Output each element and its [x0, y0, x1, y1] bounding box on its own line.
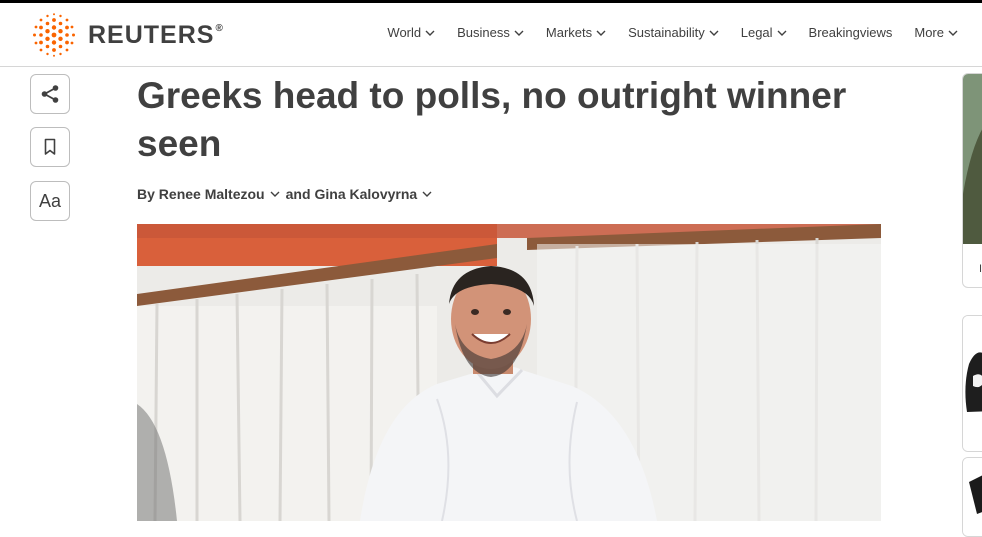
nav-item-label: More [914, 25, 944, 40]
chevron-down-icon [270, 191, 280, 197]
chevron-down-icon [948, 30, 958, 36]
byline-join: and [285, 186, 311, 202]
rail-story-card[interactable]: I [962, 73, 982, 288]
author-name: Renee Maltezou [158, 186, 265, 202]
share-icon [41, 85, 59, 103]
rail-story-image [963, 458, 982, 536]
rail-story-card[interactable] [962, 457, 982, 537]
chevron-down-icon [422, 191, 432, 197]
lead-photo-image [137, 224, 881, 521]
rail-story-image [963, 316, 982, 451]
nav-item-breakingviews[interactable]: Breakingviews [809, 25, 893, 40]
nav-item-legal[interactable]: Legal [741, 25, 787, 40]
nav-item-label: Breakingviews [808, 25, 893, 40]
author-name: Gina Kalovyrna [314, 186, 418, 202]
chevron-down-icon [425, 30, 435, 36]
chevron-down-icon [596, 30, 606, 36]
author-2-link[interactable]: Gina Kalovyrna [315, 186, 433, 202]
byline: By Renee Maltezou and Gina Kalovyrna [137, 186, 432, 202]
chevron-down-icon [709, 30, 719, 36]
main-nav: World Business Markets Sustainability Le… [365, 25, 958, 40]
nav-item-label: Sustainability [628, 25, 705, 40]
reuters-logo-icon [33, 13, 75, 57]
article-headline: Greeks head to polls, no outright winner… [137, 75, 847, 164]
nav-item-label: Business [457, 25, 510, 40]
site-header: REUTERS® World Business Markets Sustaina… [0, 3, 982, 67]
byline-prefix: By [137, 186, 155, 202]
chevron-down-icon [514, 30, 524, 36]
nav-item-business[interactable]: Business [457, 25, 524, 40]
nav-item-label: Markets [545, 25, 593, 40]
nav-item-sustainability[interactable]: Sustainability [628, 25, 719, 40]
brand-name: REUTERS® [88, 20, 224, 49]
bookmark-icon [44, 138, 56, 155]
bookmark-button[interactable] [30, 127, 70, 167]
nav-item-more[interactable]: More [914, 25, 958, 40]
author-1-link[interactable]: By Renee Maltezou [137, 186, 280, 202]
text-size-label: Aa [38, 190, 62, 211]
nav-item-world[interactable]: World [387, 25, 435, 40]
nav-item-label: World [387, 25, 422, 40]
share-button[interactable] [30, 74, 70, 114]
reuters-logo[interactable]: REUTERS® [30, 13, 224, 57]
article-lead-photo[interactable] [137, 224, 881, 521]
nav-item-markets[interactable]: Markets [546, 25, 606, 40]
rail-story-card[interactable] [962, 315, 982, 452]
rail-story-image [963, 74, 982, 244]
text-size-button[interactable]: Aa [30, 181, 70, 221]
nav-item-label: Legal [740, 25, 773, 40]
rail-story-text: I [979, 263, 982, 275]
chevron-down-icon [777, 30, 787, 36]
